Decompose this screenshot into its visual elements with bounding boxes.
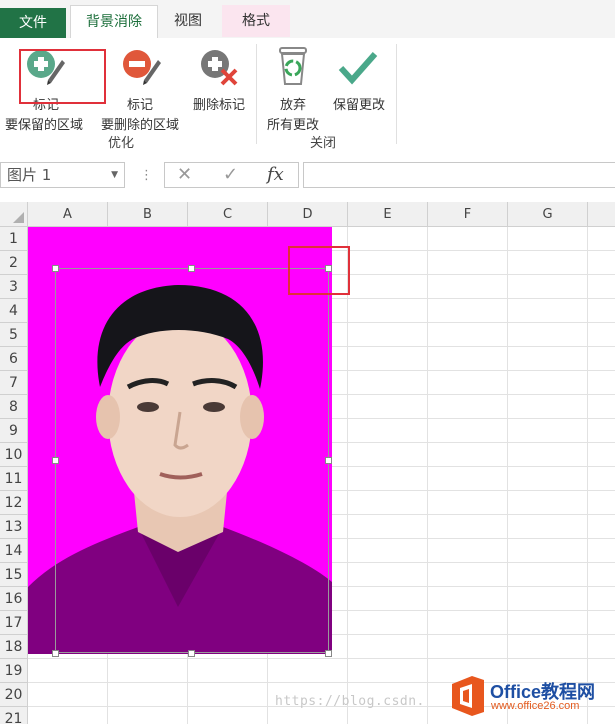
name-box[interactable]: 图片 1 ▼ xyxy=(0,162,125,188)
resize-handle[interactable] xyxy=(325,650,332,657)
highlight-box-mark-keep xyxy=(19,49,106,104)
mark-remove-label-2: 要删除的区域 xyxy=(100,118,179,133)
name-box-value: 图片 1 xyxy=(7,166,52,184)
row-header[interactable]: 5 xyxy=(0,323,28,347)
keep-area-marquee[interactable] xyxy=(55,268,329,653)
discard-label-1: 放弃 xyxy=(279,98,306,113)
insert-function-icon[interactable]: fx xyxy=(267,164,284,185)
delete-mark-button[interactable]: 删除标记 xyxy=(186,44,252,128)
ribbon-tab-bar: 文件 背景消除 视图 格式 xyxy=(0,0,615,39)
row-header[interactable]: 4 xyxy=(0,299,28,323)
row-header[interactable]: 14 xyxy=(0,539,28,563)
more-options-icon[interactable]: ⋮ xyxy=(140,168,153,183)
row-header[interactable]: 3 xyxy=(0,275,28,299)
row-header[interactable]: 1 xyxy=(0,227,28,251)
row-header[interactable]: 21 xyxy=(0,707,28,724)
mark-remove-button[interactable]: 标记 要删除的区域 xyxy=(94,44,186,133)
row-header[interactable]: 9 xyxy=(0,419,28,443)
tab-view[interactable]: 视图 xyxy=(158,5,218,37)
select-all-corner[interactable] xyxy=(0,202,28,227)
row-header[interactable]: 20 xyxy=(0,683,28,707)
keep-changes-button[interactable]: 保留更改 xyxy=(326,44,392,128)
row-header[interactable]: 6 xyxy=(0,347,28,371)
tab-background-removal[interactable]: 背景消除 xyxy=(70,5,158,39)
tab-format[interactable]: 格式 xyxy=(222,5,290,37)
url-watermark: https://blog.csdn. xyxy=(275,694,425,709)
resize-handle[interactable] xyxy=(188,650,195,657)
logo-url: www.office26.com xyxy=(491,700,580,712)
column-header-f[interactable]: F xyxy=(428,202,508,227)
keep-changes-label: 保留更改 xyxy=(332,98,385,113)
row-header[interactable]: 17 xyxy=(0,611,28,635)
tab-file[interactable]: 文件 xyxy=(0,8,66,38)
checkmark-icon xyxy=(338,48,378,92)
row-header[interactable]: 12 xyxy=(0,491,28,515)
row-header[interactable]: 7 xyxy=(0,371,28,395)
discard-all-changes-button[interactable]: 放弃 所有更改 xyxy=(258,44,328,133)
row-header[interactable]: 8 xyxy=(0,395,28,419)
minus-circle-pencil-icon xyxy=(122,48,162,92)
column-header-g[interactable]: G xyxy=(508,202,588,227)
column-header-h[interactable] xyxy=(588,202,615,227)
cancel-icon[interactable]: ✕ xyxy=(177,164,192,185)
recycle-bin-icon xyxy=(276,46,310,90)
office26-logo: Office教程网 www.office26.com xyxy=(448,672,615,720)
resize-handle[interactable] xyxy=(52,265,59,272)
column-header-d[interactable]: D xyxy=(268,202,348,227)
formula-bar: 图片 1 ▼ ⋮ ✕ ✓ fx xyxy=(0,150,615,203)
discard-label-2: 所有更改 xyxy=(266,118,319,133)
row-header[interactable]: 13 xyxy=(0,515,28,539)
resize-handle[interactable] xyxy=(188,265,195,272)
delete-mark-label: 删除标记 xyxy=(192,98,245,113)
ribbon-separator xyxy=(396,44,397,144)
enter-icon[interactable]: ✓ xyxy=(223,164,238,185)
row-header[interactable]: 18 xyxy=(0,635,28,659)
column-header-c[interactable]: C xyxy=(188,202,268,227)
resize-handle[interactable] xyxy=(325,457,332,464)
row-header[interactable]: 11 xyxy=(0,467,28,491)
highlight-box-handle xyxy=(288,246,350,295)
row-header[interactable]: 16 xyxy=(0,587,28,611)
resize-handle[interactable] xyxy=(52,650,59,657)
column-header-b[interactable]: B xyxy=(108,202,188,227)
row-header[interactable]: 10 xyxy=(0,443,28,467)
row-header[interactable]: 19 xyxy=(0,659,28,683)
row-header[interactable]: 2 xyxy=(0,251,28,275)
resize-handle[interactable] xyxy=(52,457,59,464)
formula-buttons: ✕ ✓ fx xyxy=(164,162,299,188)
chevron-down-icon[interactable]: ▼ xyxy=(111,163,118,187)
formula-input[interactable] xyxy=(303,162,615,188)
column-header-e[interactable]: E xyxy=(348,202,428,227)
row-header[interactable]: 15 xyxy=(0,563,28,587)
ribbon-separator xyxy=(256,44,257,144)
office-logo-icon xyxy=(452,676,484,716)
group-label-close: 关闭 xyxy=(310,136,337,151)
delete-mark-icon xyxy=(200,48,240,92)
column-header-a[interactable]: A xyxy=(28,202,108,227)
group-label-refine: 优化 xyxy=(108,136,135,151)
mark-remove-label-1: 标记 xyxy=(126,98,153,113)
mark-keep-label-2: 要保留的区域 xyxy=(4,118,83,133)
